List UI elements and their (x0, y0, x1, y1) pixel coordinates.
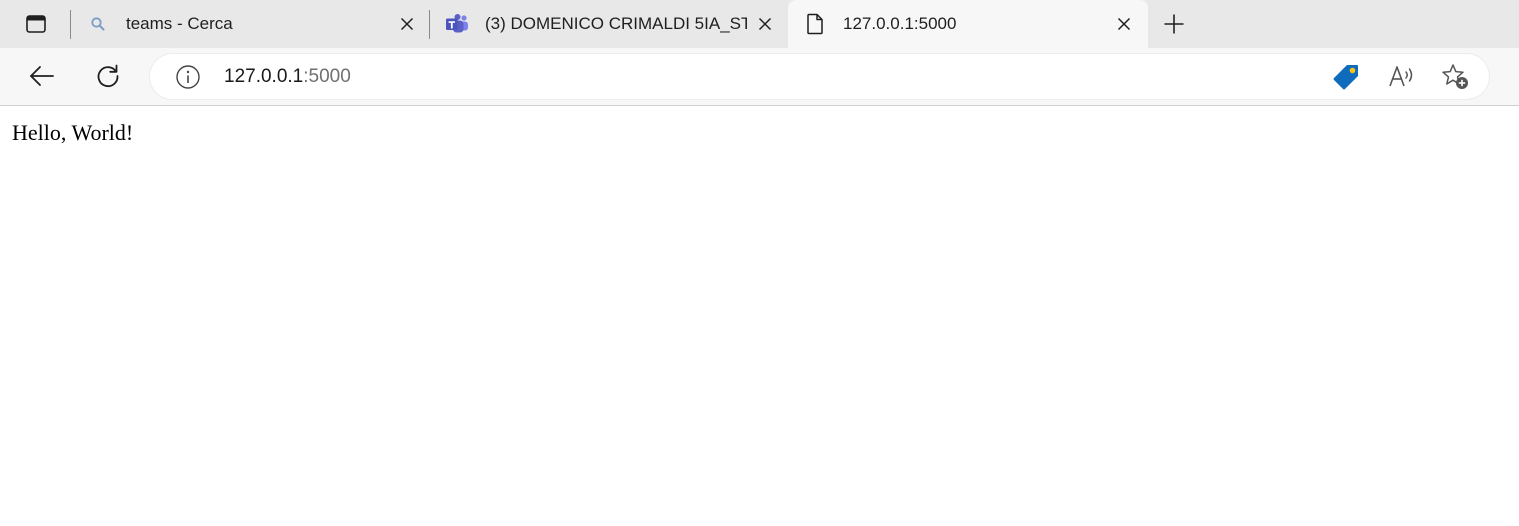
page-body-text: Hello, World! (12, 120, 134, 145)
close-icon (758, 17, 772, 31)
tab-strip: teams - Cerca (3) DOMENICO CRIMALDI 5IA_ (0, 0, 1519, 50)
tab-close-button[interactable] (753, 12, 777, 36)
arrow-left-icon (29, 65, 55, 87)
plus-icon (1163, 13, 1185, 35)
new-tab-button[interactable] (1158, 8, 1190, 40)
read-aloud-button[interactable] (1387, 62, 1417, 92)
add-favorite-button[interactable] (1441, 62, 1471, 92)
search-icon (86, 12, 110, 36)
tab-localhost[interactable]: 127.0.0.1:5000 (788, 0, 1148, 50)
tab-separator (70, 10, 71, 39)
url-host: 127.0.0.1 (224, 66, 304, 87)
refresh-button[interactable] (90, 59, 126, 93)
page-icon (803, 12, 827, 36)
url-text[interactable]: 127.0.0.1:5000 (224, 65, 351, 89)
tab-separator (429, 10, 430, 39)
url-port: :5000 (303, 66, 351, 87)
address-bar[interactable]: 127.0.0.1:5000 (150, 54, 1489, 99)
tab-title: teams - Cerca (126, 14, 233, 33)
tab-actions-button[interactable] (20, 9, 52, 39)
refresh-icon (95, 63, 121, 89)
shopping-coupon-button[interactable] (1331, 62, 1361, 92)
toolbar: 127.0.0.1:5000 (0, 48, 1519, 106)
read-aloud-icon (1388, 64, 1416, 90)
tab-search[interactable]: teams - Cerca (72, 0, 428, 47)
tag-icon (1332, 63, 1360, 91)
tab-teams[interactable]: (3) DOMENICO CRIMALDI 5IA_STAGE (431, 0, 786, 47)
tab-title: (3) DOMENICO CRIMALDI 5IA_STAGE (485, 14, 747, 33)
tab-actions-icon (25, 13, 47, 35)
teams-icon (445, 12, 469, 36)
back-button[interactable] (24, 59, 60, 93)
tab-title: 127.0.0.1:5000 (843, 14, 957, 33)
info-icon (175, 64, 201, 90)
page-content: Hello, World! (0, 106, 1519, 526)
site-info-button[interactable] (174, 64, 202, 90)
close-icon (1117, 17, 1131, 31)
star-add-icon (1441, 63, 1471, 91)
tab-close-button[interactable] (395, 12, 419, 36)
tab-close-button[interactable] (1112, 12, 1136, 36)
close-icon (400, 17, 414, 31)
